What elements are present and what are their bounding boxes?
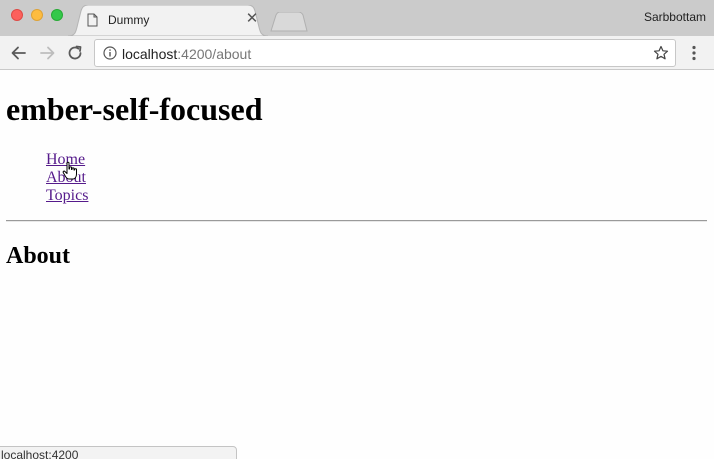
nav-item-topics: Topics	[46, 187, 88, 205]
window-maximize-button[interactable]	[51, 9, 63, 21]
menu-dots-icon[interactable]	[688, 44, 700, 62]
profile-name[interactable]: Sarbbottam	[644, 10, 706, 24]
tab-title: Dummy	[108, 13, 150, 27]
url-host: localhost	[122, 46, 178, 62]
forward-arrow-icon[interactable]	[38, 44, 56, 62]
status-bubble-url: localhost:4200	[0, 446, 237, 459]
address-url[interactable]: localhost:4200/about	[122, 46, 251, 62]
address-bar[interactable]: localhost:4200/about	[94, 39, 676, 67]
browser-tab-active[interactable]: Dummy ✕	[68, 5, 268, 36]
window-titlebar: Dummy ✕ Sarbbottam	[0, 0, 714, 36]
page-title: ember-self-focused	[6, 91, 263, 127]
bookmark-star-icon[interactable]	[653, 45, 669, 66]
back-arrow-icon[interactable]	[10, 44, 28, 62]
document-icon	[87, 13, 98, 32]
info-icon[interactable]	[103, 46, 117, 65]
window-minimize-button[interactable]	[31, 9, 43, 21]
new-tab-button[interactable]	[270, 11, 308, 37]
horizontal-rule	[6, 220, 707, 222]
window-close-button[interactable]	[11, 9, 23, 21]
tab-close-icon[interactable]: ✕	[244, 11, 260, 27]
topics-link[interactable]: Topics	[46, 187, 88, 204]
section-title: About	[6, 243, 71, 269]
url-port-path: :4200/about	[177, 46, 252, 62]
page-viewport: ember-self-focused Home About Topics Abo…	[0, 71, 714, 459]
reload-icon[interactable]	[66, 44, 84, 62]
browser-toolbar: localhost:4200/about	[0, 36, 714, 70]
hand-pointer-cursor-icon	[62, 161, 78, 186]
